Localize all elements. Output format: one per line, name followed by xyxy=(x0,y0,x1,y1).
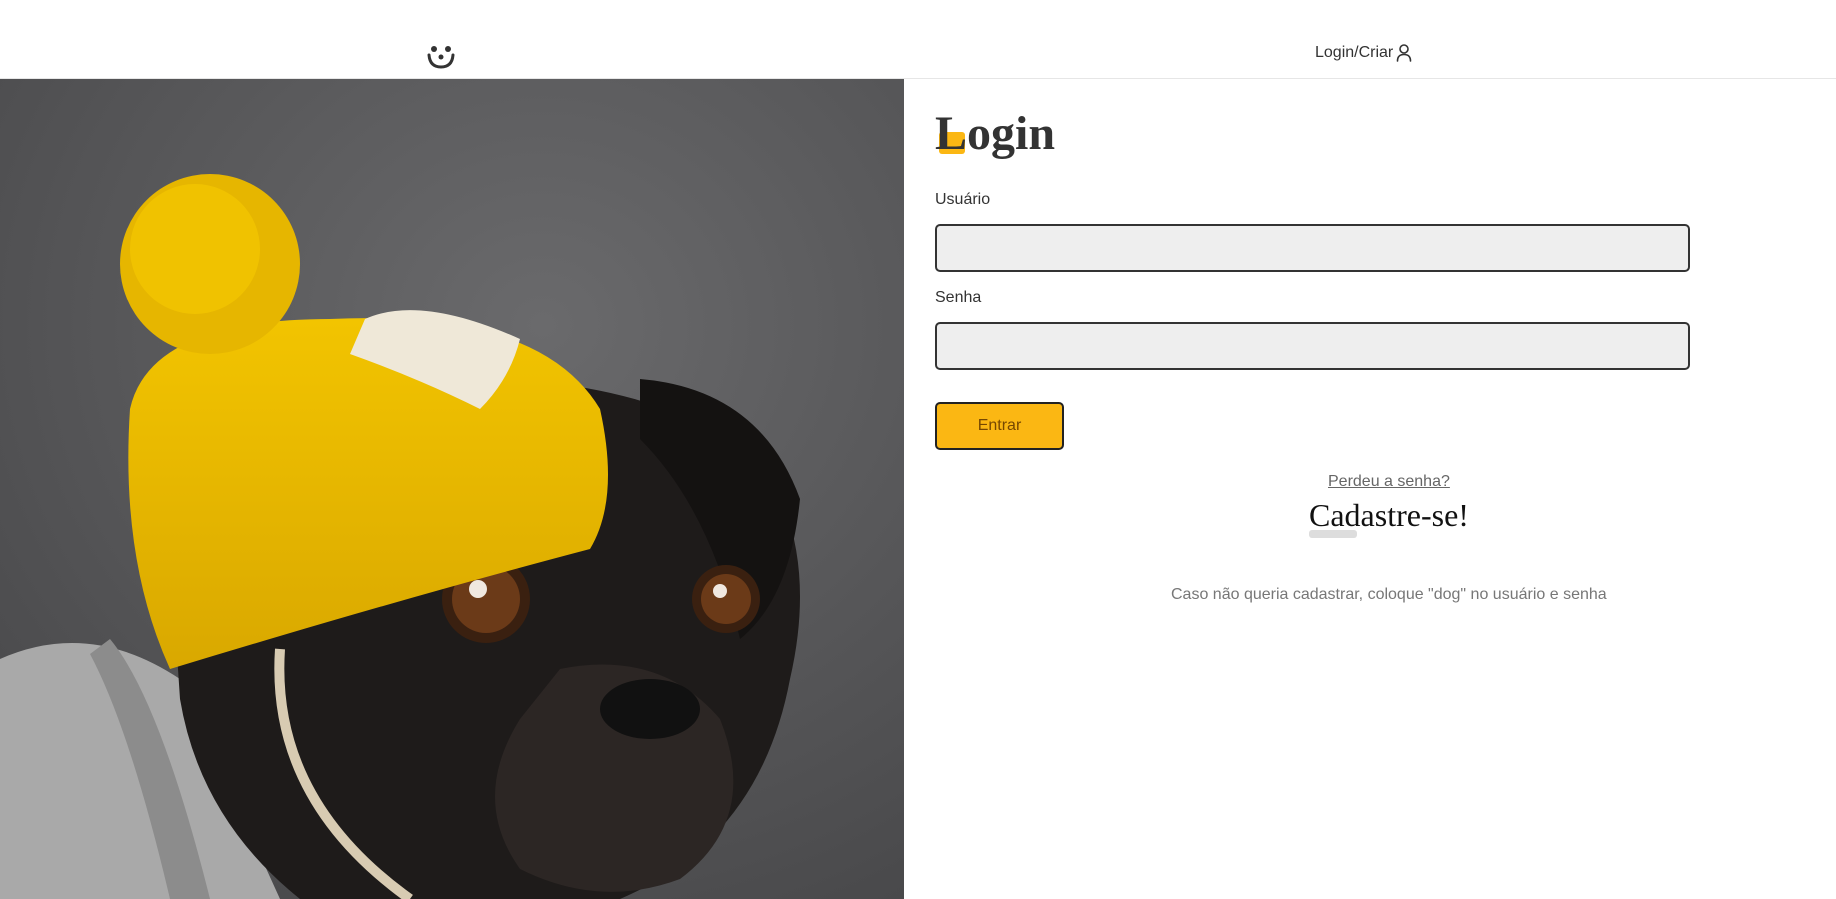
username-label: Usuário xyxy=(935,191,991,208)
password-input[interactable] xyxy=(935,322,1690,370)
username-input[interactable] xyxy=(935,224,1690,272)
pug-wearing-yellow-beanie-photo xyxy=(0,79,904,899)
page-title: Login xyxy=(935,107,1056,160)
user-icon xyxy=(1396,44,1412,62)
demo-credentials-hint: Caso não queria cadastrar, coloque "dog"… xyxy=(1171,586,1607,603)
signup-underline xyxy=(1309,530,1357,538)
login-link-label: Login/Criar xyxy=(1315,44,1394,61)
lost-password-link[interactable]: Perdeu a senha? xyxy=(1328,473,1450,491)
login-create-link[interactable]: Login/Criar xyxy=(1315,44,1412,62)
login-submit-button[interactable]: Entrar xyxy=(935,402,1064,450)
dog-face-icon[interactable] xyxy=(426,40,456,70)
hero-photo-illustration xyxy=(0,79,904,899)
site-header: Login/Criar xyxy=(0,0,1836,79)
signup-heading[interactable]: Cadastre-se! xyxy=(1309,497,1469,534)
password-label: Senha xyxy=(935,289,982,306)
